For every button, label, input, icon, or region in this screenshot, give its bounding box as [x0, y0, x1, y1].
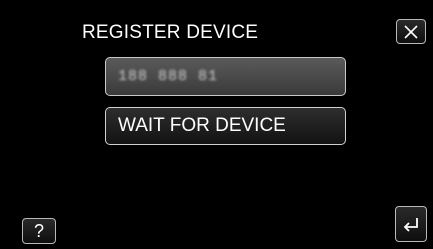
device-code-value: 188 888 81: [118, 68, 219, 85]
back-arrow-icon: [403, 218, 418, 232]
back-button[interactable]: [395, 206, 427, 242]
close-icon: [404, 24, 418, 39]
help-button[interactable]: ?: [22, 218, 56, 244]
page-title: REGISTER DEVICE: [82, 22, 259, 43]
wait-for-device-button[interactable]: WAIT FOR DEVICE: [105, 107, 346, 145]
help-label: ?: [33, 220, 44, 241]
device-code-field: 188 888 81: [105, 57, 346, 96]
wait-for-device-label: WAIT FOR DEVICE: [118, 115, 286, 136]
close-button[interactable]: [396, 19, 426, 44]
